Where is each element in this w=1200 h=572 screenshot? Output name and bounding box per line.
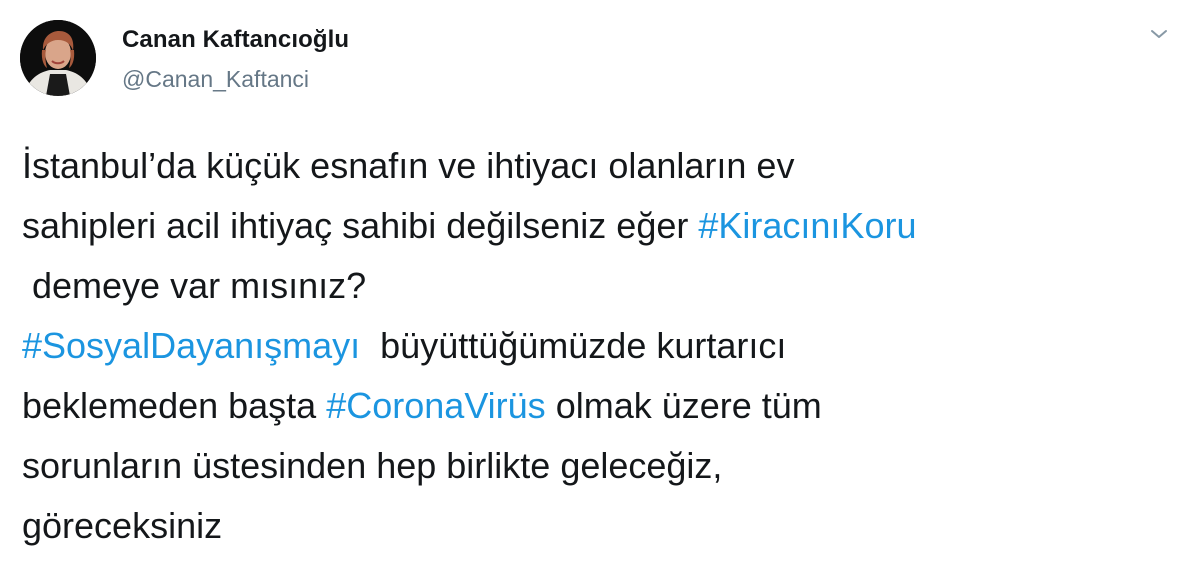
tweet-line: #SosyalDayanışmayı büyüttüğümüzde kurtar… <box>22 316 1182 376</box>
tweet-text-segment: beklemeden başta <box>22 385 327 426</box>
tweet-text-segment: olmak üzere tüm <box>545 385 822 426</box>
tweet-line: İstanbul’da küçük esnafın ve ihtiyacı ol… <box>22 136 1182 196</box>
hashtag-coronavirus[interactable]: #CoronaVirüs <box>326 385 545 426</box>
tweet-text-segment: büyüttüğümüzde kurtarıcı <box>360 325 787 366</box>
tweet-line: demeye var mısınız? <box>22 256 1182 316</box>
author-name[interactable]: Canan Kaftancıoğlu <box>122 26 349 54</box>
tweet-text-segment: sahipleri acil ihtiyaç sahibi değilseniz… <box>22 205 699 246</box>
chevron-down-icon[interactable] <box>1146 24 1172 44</box>
tweet-line: göreceksiniz <box>22 496 1182 556</box>
avatar[interactable] <box>20 20 96 96</box>
author-handle[interactable]: @Canan_Kaftanci <box>122 66 309 93</box>
tweet-text-segment: İstanbul’da küçük esnafın ve ihtiyacı ol… <box>22 145 795 186</box>
tweet-line: sahipleri acil ihtiyaç sahibi değilseniz… <box>22 196 1182 256</box>
tweet-text-segment: demeye var mısınız? <box>22 265 367 306</box>
hashtag-sosyaldayanismayi[interactable]: #SosyalDayanışmayı <box>22 325 360 366</box>
tweet-line: beklemeden başta #CoronaVirüs olmak üzer… <box>22 376 1182 436</box>
tweet-line: sorunların üstesinden hep birlikte gelec… <box>22 436 1182 496</box>
tweet-text: İstanbul’da küçük esnafın ve ihtiyacı ol… <box>22 136 1182 556</box>
tweet-text-segment: göreceksiniz <box>22 505 223 546</box>
tweet-card: Canan Kaftancıoğlu @Canan_Kaftanci İstan… <box>0 0 1200 572</box>
hashtag-kiracinikoru[interactable]: #KiracınıKoru <box>698 205 916 246</box>
tweet-text-segment: sorunların üstesinden hep birlikte gelec… <box>22 445 723 486</box>
